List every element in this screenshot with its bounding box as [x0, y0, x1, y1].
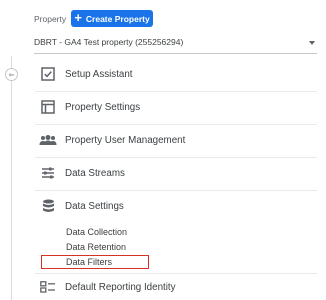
nav-item-setup-assistant[interactable]: Setup Assistant — [35, 58, 317, 90]
nav-item-label: Data Settings — [65, 200, 124, 212]
property-select-underline — [34, 53, 317, 54]
property-label: Property — [34, 14, 67, 24]
checklist-icon — [38, 64, 58, 84]
reporting-identity-icon — [38, 277, 58, 297]
nav-item-property-settings[interactable]: Property Settings — [35, 91, 317, 123]
nav-item-label: Property User Management — [65, 134, 186, 146]
property-select[interactable]: DBRT - GA4 Test property (255256294) — [34, 37, 317, 51]
dropdown-arrow-icon — [309, 41, 315, 45]
sub-item-data-retention[interactable]: Data Retention — [66, 242, 126, 252]
nav-item-label: Default Reporting Identity — [65, 281, 176, 293]
nav-item-default-reporting-identity[interactable]: Default Reporting Identity — [35, 274, 317, 300]
data-streams-icon — [38, 163, 58, 183]
nav-item-label: Data Streams — [65, 167, 125, 179]
plus-icon: + — [74, 10, 82, 25]
create-property-button[interactable]: + Create Property — [71, 10, 153, 27]
highlight-box — [41, 255, 149, 269]
nav-item-data-streams[interactable]: Data Streams — [35, 157, 317, 189]
nav-item-property-user-management[interactable]: Property User Management — [35, 124, 317, 156]
property-select-value: DBRT - GA4 Test property (255256294) — [34, 37, 184, 47]
create-property-label: Create Property — [85, 13, 150, 24]
collapse-toggle-icon[interactable]: ⇐ — [5, 68, 18, 81]
nav-item-label: Setup Assistant — [65, 68, 133, 80]
database-icon — [38, 196, 58, 216]
sub-item-data-collection[interactable]: Data Collection — [66, 227, 127, 237]
users-icon — [38, 130, 58, 150]
nav-item-label: Property Settings — [65, 101, 141, 113]
property-settings-icon — [38, 97, 58, 117]
column-divider-line — [11, 56, 12, 300]
nav-item-data-settings[interactable]: Data Settings — [35, 190, 317, 222]
